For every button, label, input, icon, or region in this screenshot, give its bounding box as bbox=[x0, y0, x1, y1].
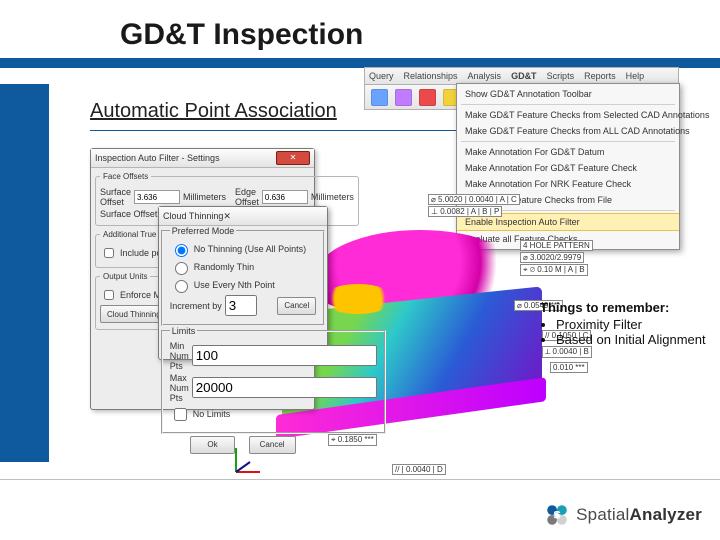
gdandt-callout: 4 HOLE PATTERN bbox=[520, 240, 593, 251]
notes-item: Based on Initial Alignment bbox=[556, 332, 708, 347]
cancel-button[interactable]: Cancel bbox=[277, 297, 316, 315]
field-label: Min Num Pts bbox=[170, 341, 189, 371]
dialog-title: Inspection Auto Filter - Settings bbox=[95, 153, 220, 163]
separator bbox=[461, 104, 675, 105]
menu-item[interactable]: Analysis bbox=[468, 71, 502, 81]
menu-item[interactable]: Query bbox=[369, 71, 394, 81]
toolbar-icon[interactable] bbox=[395, 89, 412, 106]
dropdown-item[interactable]: Make GD&T Feature Checks from Selected C… bbox=[457, 107, 679, 123]
menu-item[interactable]: Reports bbox=[584, 71, 616, 81]
radio-label: No Thinning (Use All Points) bbox=[194, 244, 306, 254]
page-subtitle: Automatic Point Association bbox=[90, 100, 337, 123]
gdandt-callout: ⟂ 0.0040 | B bbox=[542, 346, 592, 358]
point-cloud-highlight bbox=[322, 284, 394, 314]
dropdown-item[interactable]: Make GD&T Feature Checks from ALL CAD An… bbox=[457, 123, 679, 139]
edge-offset-input[interactable] bbox=[262, 190, 308, 204]
dropdown-item[interactable]: Make Annotation For NRK Feature Check bbox=[457, 176, 679, 192]
ok-button[interactable]: Ok bbox=[190, 436, 234, 454]
field-label: Edge Offset bbox=[235, 187, 259, 207]
increment-input[interactable] bbox=[225, 295, 257, 316]
footer-separator bbox=[0, 479, 720, 480]
units-label: Millimeters bbox=[311, 192, 354, 202]
logo-icon: S bbox=[544, 502, 570, 528]
notes-item: Proximity Filter bbox=[556, 317, 708, 332]
dropdown-item[interactable]: Make Annotation For GD&T Datum bbox=[457, 144, 679, 160]
notes-heading: Things to remember: bbox=[540, 300, 708, 315]
cancel-button[interactable]: Cancel bbox=[249, 436, 296, 454]
units-label: Millimeters bbox=[183, 192, 226, 202]
gdandt-callout: 0.010 *** bbox=[550, 362, 588, 373]
svg-text:S: S bbox=[553, 509, 561, 521]
menu-item[interactable]: Help bbox=[626, 71, 645, 81]
close-icon[interactable]: ✕ bbox=[276, 151, 310, 165]
menu-item[interactable]: GD&T bbox=[511, 71, 537, 81]
gdandt-callout: ⌖ ⌀ 0.10 M | A | B bbox=[520, 264, 588, 276]
random-thin-radio[interactable] bbox=[175, 262, 188, 275]
toolbar-icon[interactable] bbox=[419, 89, 436, 106]
menu-item[interactable]: Relationships bbox=[404, 71, 458, 81]
no-limits-checkbox[interactable] bbox=[174, 408, 187, 421]
left-accent-strip bbox=[0, 84, 49, 462]
field-label: No Limits bbox=[193, 409, 231, 419]
gdandt-callout: ⌀ 3.0020/2.9979 bbox=[520, 252, 584, 263]
max-pts-input[interactable] bbox=[192, 377, 377, 398]
content-area: Query Relationships Analysis GD&T Script… bbox=[90, 140, 690, 480]
radio-label: Use Every Nth Point bbox=[194, 280, 275, 290]
field-label: Max Num Pts bbox=[170, 373, 189, 403]
brand-text: SpatialAnalyzer bbox=[576, 505, 702, 525]
preferred-mode-group: Preferred Mode No Thinning (Use All Poin… bbox=[161, 226, 325, 326]
gdandt-callout: // | 0.0040 | D bbox=[392, 464, 446, 475]
gdandt-callout: ⌖ 0.1850 *** bbox=[328, 434, 377, 446]
dropdown-item[interactable]: Make Annotation For GD&T Feature Check bbox=[457, 160, 679, 176]
page-title: GD&T Inspection bbox=[120, 18, 363, 52]
include-points-checkbox[interactable] bbox=[104, 248, 114, 258]
field-label: Increment by bbox=[170, 301, 222, 311]
gdandt-callout: ⌀ 5.0020 | 0.0040 | A | C bbox=[428, 194, 520, 205]
enforce-max-checkbox[interactable] bbox=[104, 290, 114, 300]
dialog-titlebar[interactable]: Inspection Auto Filter - Settings ✕ bbox=[91, 149, 314, 168]
gdandt-callout: ⊥ 0.0082 | A | B | P bbox=[428, 206, 502, 217]
toolbar-icon[interactable] bbox=[371, 89, 388, 106]
dialog-titlebar[interactable]: Cloud Thinning ✕ bbox=[159, 207, 327, 226]
brand-logo: S SpatialAnalyzer bbox=[544, 502, 702, 528]
group-legend: Preferred Mode bbox=[170, 226, 237, 236]
close-icon[interactable]: ✕ bbox=[223, 211, 231, 222]
surface-offset-input[interactable] bbox=[134, 190, 180, 204]
no-thinning-radio[interactable] bbox=[175, 244, 188, 257]
separator bbox=[461, 141, 675, 142]
dropdown-item[interactable]: Show GD&T Annotation Toolbar bbox=[457, 86, 679, 102]
cloud-thinning-dialog: Cloud Thinning ✕ Preferred Mode No Thinn… bbox=[158, 206, 328, 360]
remember-notes: Things to remember: Proximity Filter Bas… bbox=[540, 300, 708, 347]
gdt-dropdown: Show GD&T Annotation Toolbar Make GD&T F… bbox=[456, 83, 680, 250]
menu-item[interactable]: Scripts bbox=[547, 71, 575, 81]
group-legend: Face Offsets bbox=[100, 172, 151, 181]
group-legend: Limits bbox=[170, 326, 198, 336]
limits-group: Limits Min Num Pts Max Num Pts No Limits bbox=[161, 326, 386, 434]
radio-label: Randomly Thin bbox=[194, 262, 254, 272]
field-label: Surface Offset bbox=[100, 187, 131, 207]
app-menubar: Query Relationships Analysis GD&T Script… bbox=[364, 67, 679, 110]
min-pts-input[interactable] bbox=[192, 345, 377, 366]
nth-point-radio[interactable] bbox=[175, 280, 188, 293]
dialog-title: Cloud Thinning bbox=[163, 211, 223, 221]
group-legend: Output Units bbox=[100, 272, 150, 281]
